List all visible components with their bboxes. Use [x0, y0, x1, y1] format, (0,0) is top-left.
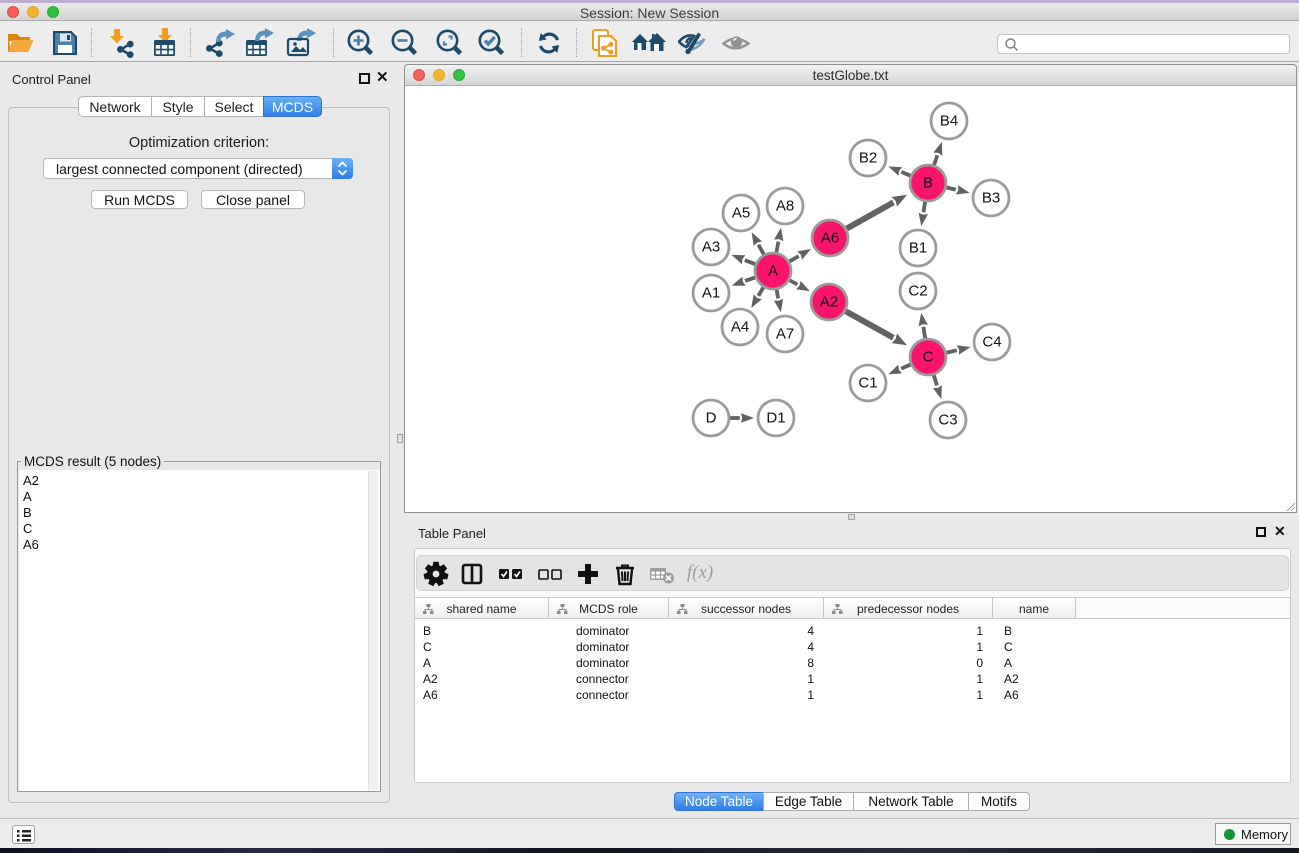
svg-text:C1: C1 — [858, 375, 877, 392]
svg-text:A8: A8 — [776, 198, 794, 215]
svg-text:C2: C2 — [908, 283, 927, 300]
svg-text:C: C — [923, 349, 934, 366]
svg-text:D: D — [706, 410, 717, 427]
svg-text:A3: A3 — [702, 239, 720, 256]
svg-text:A7: A7 — [776, 326, 794, 343]
svg-text:B2: B2 — [859, 150, 877, 167]
svg-text:A: A — [768, 263, 778, 280]
svg-text:D1: D1 — [766, 410, 785, 427]
svg-text:A5: A5 — [732, 205, 750, 222]
svg-text:A1: A1 — [702, 285, 720, 302]
svg-text:C4: C4 — [982, 334, 1001, 351]
svg-text:A2: A2 — [820, 294, 838, 311]
svg-text:C3: C3 — [938, 412, 957, 429]
svg-text:A4: A4 — [731, 319, 749, 336]
svg-text:A6: A6 — [821, 230, 839, 247]
svg-text:B1: B1 — [909, 240, 927, 257]
svg-text:B4: B4 — [940, 113, 958, 130]
svg-text:B3: B3 — [982, 190, 1000, 207]
svg-text:B: B — [923, 175, 933, 192]
